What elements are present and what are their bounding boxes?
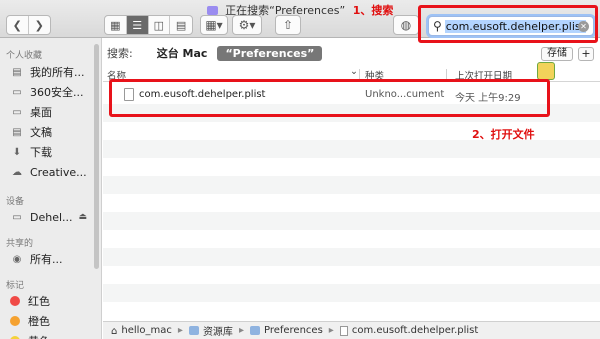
chevron-left-icon[interactable]: ❮ bbox=[7, 16, 29, 34]
share-icon: ⇧ bbox=[282, 18, 294, 32]
desktop-icon: ▭ bbox=[12, 106, 22, 118]
column-divider[interactable] bbox=[446, 69, 447, 79]
empty-row bbox=[103, 158, 600, 176]
sidebar-item-label: 红色 bbox=[28, 295, 50, 308]
empty-row bbox=[103, 284, 600, 302]
folder-icon bbox=[188, 326, 199, 335]
view-switcher: ▦ ☰ ◫ ▤ bbox=[104, 15, 193, 35]
scope-preferences[interactable]: “Preferences” bbox=[217, 45, 323, 61]
folder-icon bbox=[249, 326, 260, 335]
scope-this-mac[interactable]: 这台 Mac bbox=[157, 45, 208, 61]
gallery-view-icon[interactable]: ▤ bbox=[170, 16, 192, 34]
group-by-icon: ▦▾ bbox=[205, 18, 223, 32]
list-view-icon[interactable]: ☰ bbox=[126, 16, 149, 34]
empty-row bbox=[103, 248, 600, 266]
group-by-button[interactable]: ▦▾ bbox=[200, 15, 228, 35]
sidebar-item-desktop[interactable]: ▭ 桌面 bbox=[10, 103, 52, 121]
sidebar-item-label: Creative... bbox=[30, 165, 87, 179]
folder-icon bbox=[206, 6, 218, 15]
tag-icon: ◍ bbox=[400, 18, 412, 32]
gear-icon: ⚙▾ bbox=[238, 18, 256, 32]
annotation-open-file: 2、打开文件 bbox=[472, 128, 535, 141]
empty-row bbox=[103, 194, 600, 212]
share-button[interactable]: ⇧ bbox=[275, 15, 301, 35]
red-tag-icon bbox=[10, 296, 20, 306]
nav-buttons: ❮ ❯ bbox=[6, 15, 51, 35]
annotation-search: 1、搜索 bbox=[352, 4, 394, 17]
sidebar-item-downloads[interactable]: ⬇ 下载 bbox=[10, 143, 52, 161]
sidebar: 个人收藏 ▤ 我的所有... ▭ 360安全... ▭ 桌面 ▤ 文稿 ⬇ 下载… bbox=[0, 38, 102, 339]
empty-row bbox=[103, 302, 600, 320]
sidebar-item-tag-orange[interactable]: 橙色 bbox=[6, 312, 50, 330]
annotation-highlight-search bbox=[418, 5, 598, 43]
column-divider[interactable] bbox=[359, 69, 360, 79]
eject-icon[interactable]: ⏏ bbox=[78, 212, 87, 222]
path-bar: ⌂ hello_mac ▸ 资源库 ▸ Preferences ▸ com.eu… bbox=[103, 321, 600, 339]
sidebar-item-documents[interactable]: ▤ 文稿 bbox=[10, 123, 52, 141]
globe-icon: ◉ bbox=[12, 253, 22, 265]
preview-app-icon bbox=[537, 62, 555, 80]
search-scope-bar: 搜索: 这台 Mac “Preferences” bbox=[103, 44, 600, 62]
sidebar-header-tags: 标记 bbox=[6, 281, 25, 291]
empty-row bbox=[103, 266, 600, 284]
sidebar-item-all-files[interactable]: ▤ 我的所有... bbox=[10, 63, 85, 81]
sidebar-header-favorites: 个人收藏 bbox=[6, 51, 43, 61]
path-item[interactable]: com.eusoft.dehelper.plist bbox=[352, 325, 478, 336]
annotation-highlight-file bbox=[109, 79, 550, 117]
column-view-icon[interactable]: ◫ bbox=[149, 16, 171, 34]
sidebar-item-label: 我的所有... bbox=[30, 66, 85, 79]
save-search-button[interactable]: 存储 bbox=[541, 47, 573, 61]
sidebar-item-label: 桌面 bbox=[30, 106, 52, 119]
home-icon: ⌂ bbox=[111, 326, 118, 337]
tag-button[interactable]: ◍ bbox=[393, 15, 419, 35]
add-criteria-button[interactable]: + bbox=[578, 47, 594, 61]
sidebar-item-label: 360安全... bbox=[30, 86, 84, 99]
empty-row bbox=[103, 230, 600, 248]
chevron-right-icon[interactable]: ❯ bbox=[29, 16, 50, 34]
path-separator-icon: ▸ bbox=[328, 325, 334, 336]
path-separator-icon: ▸ bbox=[177, 325, 183, 336]
document-icon bbox=[339, 325, 348, 336]
icon-view-icon[interactable]: ▦ bbox=[105, 16, 127, 34]
sidebar-item-tag-yellow[interactable]: 黄色 bbox=[6, 332, 50, 339]
all-files-icon: ▤ bbox=[12, 66, 22, 78]
sidebar-item-label: 下载 bbox=[30, 146, 52, 159]
empty-row bbox=[103, 140, 600, 158]
empty-row bbox=[103, 212, 600, 230]
download-icon: ⬇ bbox=[12, 146, 22, 158]
sidebar-item-label: 文稿 bbox=[30, 126, 52, 139]
empty-row bbox=[103, 176, 600, 194]
sidebar-item-label: Dehel... bbox=[30, 210, 73, 224]
sort-indicator-icon: ⌄ bbox=[350, 66, 358, 77]
sidebar-item-shared-all[interactable]: ◉ 所有... bbox=[10, 250, 63, 268]
folder-icon: ▭ bbox=[12, 86, 22, 98]
orange-tag-icon bbox=[10, 316, 20, 326]
sidebar-item-tag-red[interactable]: 红色 bbox=[6, 292, 50, 310]
sidebar-item-creative[interactable]: ☁ Creative... bbox=[10, 163, 87, 181]
sidebar-header-shared: 共享的 bbox=[6, 239, 34, 249]
sidebar-item-label: 所有... bbox=[30, 253, 63, 266]
disk-icon: ▭ bbox=[12, 211, 22, 223]
path-item[interactable]: Preferences bbox=[264, 325, 323, 336]
documents-icon: ▤ bbox=[12, 126, 22, 138]
sidebar-header-devices: 设备 bbox=[6, 197, 25, 207]
path-item[interactable]: 资源库 bbox=[203, 323, 233, 338]
sidebar-item-360[interactable]: ▭ 360安全... bbox=[10, 83, 84, 101]
scope-label: 搜索: bbox=[107, 47, 133, 60]
action-button[interactable]: ⚙▾ bbox=[232, 15, 262, 35]
sidebar-item-label: 橙色 bbox=[28, 315, 50, 328]
path-item[interactable]: hello_mac bbox=[121, 325, 172, 336]
sidebar-item-label: 黄色 bbox=[28, 333, 50, 339]
path-separator-icon: ▸ bbox=[238, 325, 244, 336]
cloud-icon: ☁ bbox=[12, 166, 22, 178]
sidebar-scrollbar[interactable] bbox=[94, 44, 99, 269]
